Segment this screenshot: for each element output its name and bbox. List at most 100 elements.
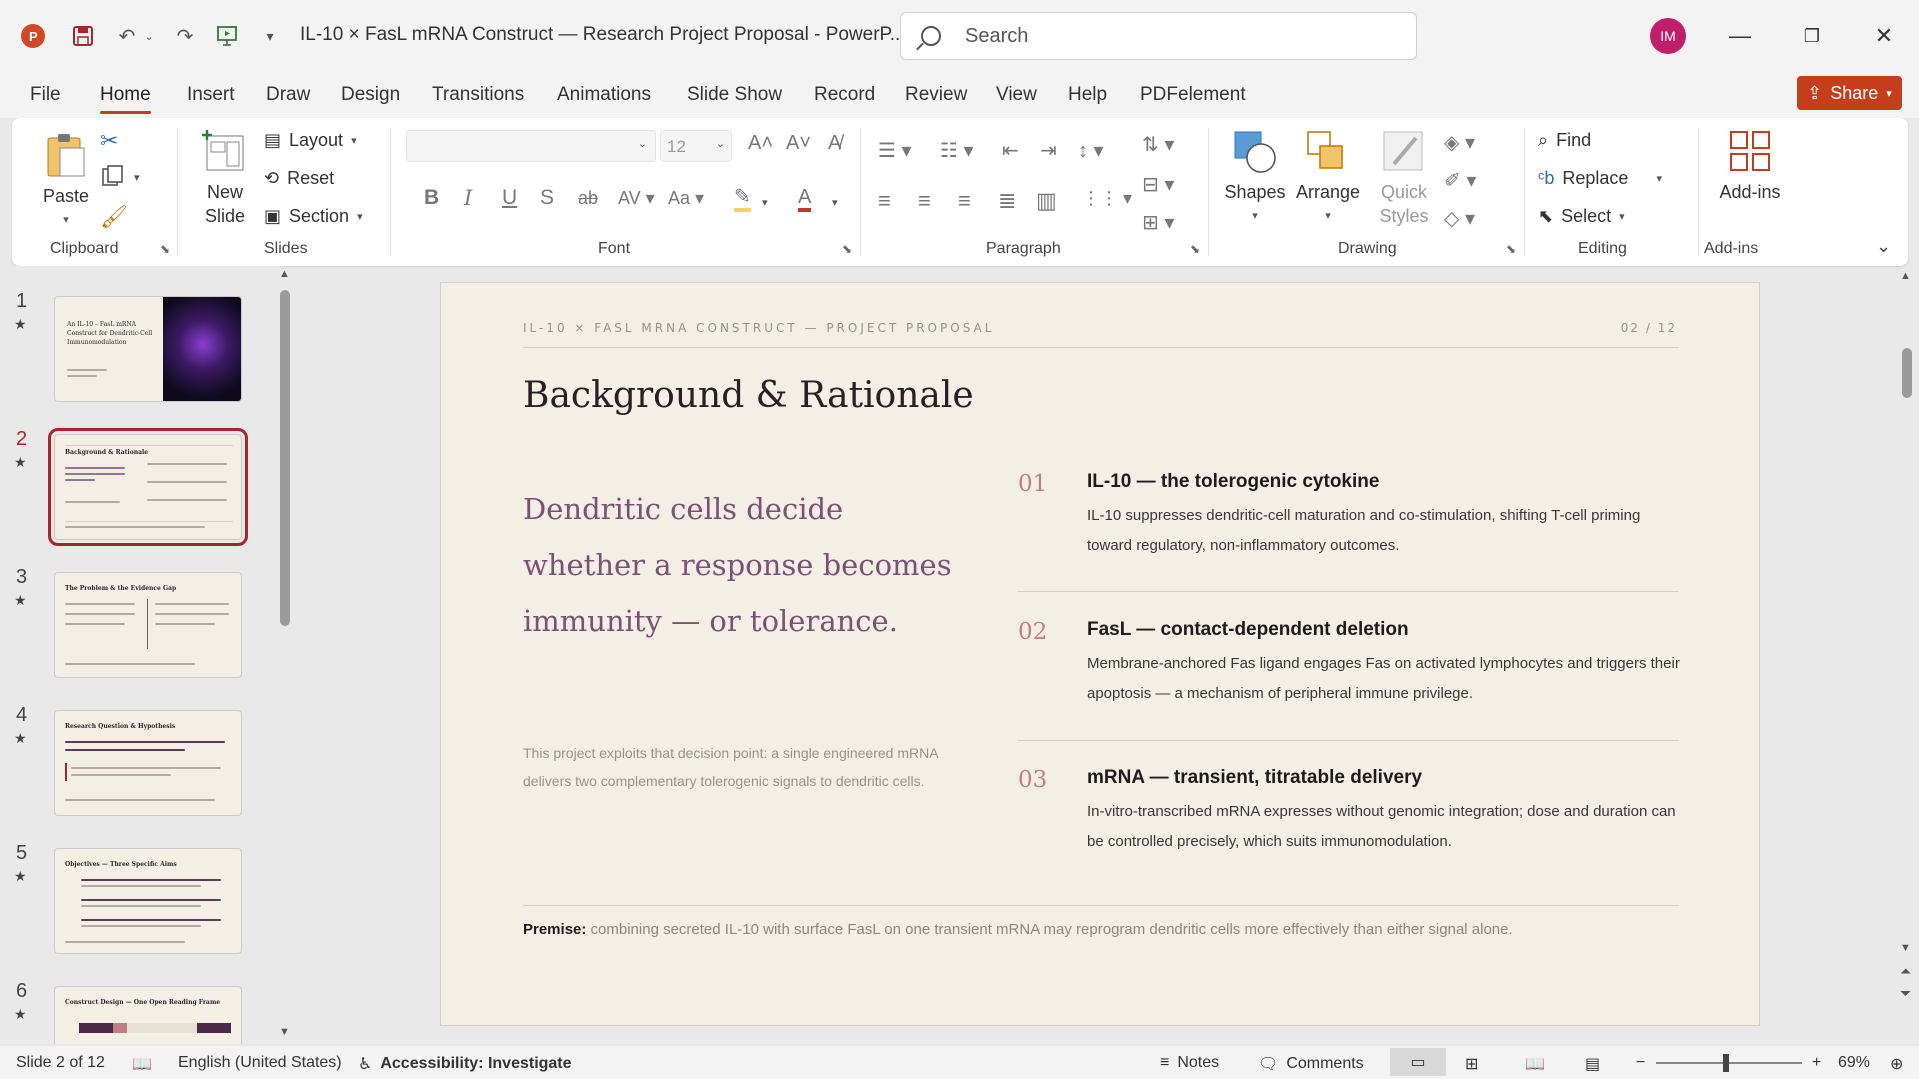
slide-thumbnail-1[interactable]: An IL-10 – FasL mRNA Construct for Dendr… (54, 296, 242, 402)
point-body[interactable]: Membrane-anchored Fas ligand engages Fas… (1087, 649, 1687, 709)
point-heading[interactable]: FasL — contact-dependent deletion (1087, 619, 1409, 641)
share-button[interactable]: ⇪ Share ▾ (1797, 76, 1902, 110)
scrollbar-thumb[interactable] (1902, 348, 1912, 398)
tab-review[interactable]: Review (905, 84, 967, 106)
paragraph-launcher-icon[interactable]: ⬊ (1190, 242, 1200, 256)
avatar[interactable]: IM (1650, 18, 1686, 54)
add-ins-button[interactable]: Add-ins (1708, 128, 1792, 204)
tab-insert[interactable]: Insert (187, 84, 235, 106)
scroll-down-icon[interactable]: ▼ (279, 1026, 290, 1038)
font-launcher-icon[interactable]: ⬊ (842, 242, 852, 256)
format-painter-icon[interactable]: 🖌 (100, 204, 128, 230)
cut-icon[interactable]: ✂ (100, 128, 118, 154)
find-button[interactable]: ⌕ Find (1538, 130, 1591, 151)
minimize-icon[interactable]: — (1720, 20, 1760, 52)
slide-sorter-icon[interactable]: ⊞ (1465, 1054, 1478, 1074)
slide-thumbnail-4[interactable]: Research Question & Hypothesis (54, 710, 242, 816)
copy-button[interactable]: ▾ (100, 164, 140, 190)
undo-dropdown-icon[interactable]: ⌄ (142, 22, 156, 50)
search-box[interactable]: Search (900, 12, 1417, 60)
tab-file[interactable]: File (30, 84, 61, 106)
point-body[interactable]: IL-10 suppresses dendritic-cell maturati… (1087, 501, 1687, 561)
reading-view-icon[interactable]: 📖 (1525, 1054, 1545, 1074)
present-from-start-icon[interactable] (212, 22, 242, 50)
justify-icon[interactable]: ≣ (998, 188, 1016, 214)
highlight-icon[interactable]: ✎ (734, 186, 751, 212)
italic-icon[interactable]: I (464, 186, 472, 210)
section-button[interactable]: ▣ Section ▾ (264, 206, 363, 227)
tab-help[interactable]: Help (1068, 84, 1107, 106)
previous-slide-icon[interactable]: ⏶ (1900, 964, 1911, 978)
columns-icon[interactable]: ▥ (1036, 188, 1057, 214)
collapse-ribbon-icon[interactable]: ⌄ (1876, 236, 1891, 257)
chevron-down-icon[interactable]: ▾ (762, 196, 768, 209)
convert-smartart-icon[interactable]: ⊞ ▾ (1142, 210, 1174, 235)
font-size-combo[interactable]: 12 ⌄ (660, 130, 732, 162)
point-body[interactable]: In-vitro-transcribed mRNA expresses with… (1087, 797, 1687, 857)
point-heading[interactable]: IL-10 — the tolerogenic cytokine (1087, 471, 1379, 493)
numbering-icon[interactable]: ☷ ▾ (940, 138, 974, 163)
comments-button[interactable]: 🗨 Comments (1258, 1054, 1364, 1074)
zoom-in-icon[interactable]: + (1812, 1054, 1821, 1072)
zoom-slider-handle[interactable] (1723, 1054, 1730, 1072)
spell-check-icon[interactable]: 📖 (132, 1054, 152, 1074)
tab-animations[interactable]: Animations (557, 84, 651, 106)
underline-icon[interactable]: U (502, 186, 517, 210)
customize-toolbar-icon[interactable]: ▾ (260, 22, 280, 50)
change-case-icon[interactable]: Aa ▾ (668, 188, 704, 209)
notes-button[interactable]: ≡ Notes (1160, 1054, 1219, 1072)
increase-indent-icon[interactable]: ⇥ (1040, 138, 1057, 163)
slide-canvas[interactable]: IL-10 × FASL MRNA CONSTRUCT — PROJECT PR… (440, 282, 1760, 1026)
tab-view[interactable]: View (996, 84, 1037, 106)
line-spacing-icon[interactable]: ↕ ▾ (1078, 138, 1104, 163)
arrange-button[interactable]: Arrange ▾ (1292, 128, 1364, 228)
reset-button[interactable]: ⟲ Reset (264, 168, 334, 189)
shape-outline-icon[interactable]: ✐ ▾ (1444, 168, 1476, 193)
undo-icon[interactable]: ↶ (112, 22, 142, 50)
align-right-icon[interactable]: ≡ (958, 188, 971, 214)
premise-text[interactable]: Premise: combining secreted IL-10 with s… (523, 921, 1703, 938)
font-name-combo[interactable]: ⌄ (406, 130, 656, 162)
zoom-level[interactable]: 69% (1838, 1054, 1870, 1072)
new-slide-button[interactable]: New Slide (190, 128, 260, 228)
slide-thumbnail-2[interactable]: Background & Rationale (48, 428, 248, 546)
select-button[interactable]: ⬉ Select ▾ (1538, 206, 1625, 227)
decrease-font-icon[interactable]: A˅ (786, 132, 811, 155)
language-indicator[interactable]: English (United States) (178, 1054, 342, 1072)
shadow-icon[interactable]: S (540, 186, 554, 210)
restore-icon[interactable]: ❐ (1792, 20, 1832, 52)
scroll-up-icon[interactable]: ▲ (279, 268, 290, 280)
slide-thumbnail-6[interactable]: Construct Design — One Open Reading Fram… (54, 986, 242, 1044)
layout-button[interactable]: ▤ Layout ▾ (264, 130, 357, 151)
zoom-slider[interactable] (1656, 1054, 1802, 1072)
slide-pull-quote[interactable]: Dendritic cells decide whether a respons… (523, 481, 963, 649)
replace-button[interactable]: ᶜb Replace ▾ (1538, 168, 1662, 189)
redo-icon[interactable]: ↷ (170, 22, 200, 50)
align-center-icon[interactable]: ≡ (918, 188, 931, 214)
text-direction-icon[interactable]: ⇅ ▾ (1142, 132, 1174, 157)
accessibility-button[interactable]: ♿ Accessibility: Investigate (358, 1054, 572, 1074)
point-heading[interactable]: mRNA — transient, titratable delivery (1087, 767, 1422, 789)
tab-design[interactable]: Design (341, 84, 400, 106)
shape-effects-icon[interactable]: ◇ ▾ (1444, 206, 1475, 231)
slide-show-icon[interactable]: ▤ (1585, 1054, 1600, 1074)
increase-font-icon[interactable]: A˄ (748, 132, 773, 155)
slide-thumbnail-3[interactable]: The Problem & the Evidence Gap (54, 572, 242, 678)
tab-record[interactable]: Record (814, 84, 875, 106)
clipboard-launcher-icon[interactable]: ⬊ (160, 242, 170, 256)
scrollbar-thumb[interactable] (280, 290, 290, 626)
clear-formatting-icon[interactable]: A̸ (828, 132, 841, 155)
shape-fill-icon[interactable]: ◈ ▾ (1444, 130, 1475, 155)
close-icon[interactable]: ✕ (1864, 20, 1904, 52)
tab-pdfelement[interactable]: PDFelement (1140, 84, 1246, 106)
tab-draw[interactable]: Draw (266, 84, 310, 106)
slide-thumbnail-5[interactable]: Objectives — Three Specific Aims (54, 848, 242, 954)
save-icon[interactable] (68, 22, 98, 50)
thumbnail-scrollbar[interactable]: ▲ ▼ (278, 268, 292, 1044)
tab-home[interactable]: Home (100, 84, 151, 114)
tab-transitions[interactable]: Transitions (432, 84, 524, 106)
scroll-down-icon[interactable]: ▼ (1900, 942, 1911, 954)
shapes-button[interactable]: Shapes ▾ (1220, 128, 1290, 228)
align-text-icon[interactable]: ⋮⋮ ▾ (1082, 188, 1132, 209)
next-slide-icon[interactable]: ⏷ (1900, 986, 1911, 1000)
